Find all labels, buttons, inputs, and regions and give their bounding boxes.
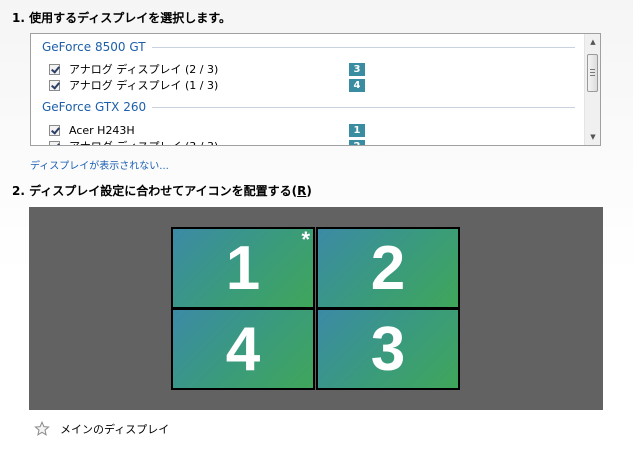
- monitor-number: 3: [370, 314, 406, 384]
- display-checkbox[interactable]: [49, 63, 60, 75]
- group-header-geforce-gtx-260: GeForce GTX 260: [42, 99, 575, 115]
- display-row[interactable]: アナログ ディスプレイ (3 / 3): [49, 138, 349, 145]
- primary-display-marker: *: [301, 227, 310, 252]
- group-name: GeForce GTX 260: [42, 100, 147, 114]
- monitor-3[interactable]: 3: [316, 308, 460, 390]
- display-checkbox[interactable]: [49, 124, 60, 136]
- display-checkbox[interactable]: [49, 140, 60, 145]
- heading-text: 2. ディスプレイ設定に合わせてアイコンを配置する(: [12, 184, 298, 198]
- scroll-down-arrow-icon[interactable]: ▼: [585, 129, 600, 145]
- list-scrollbar[interactable]: ▲ ▼: [584, 34, 600, 145]
- group-divider: [151, 46, 575, 48]
- display-label: アナログ ディスプレイ (2 / 3): [69, 63, 219, 76]
- monitor-number: 2: [370, 233, 406, 303]
- star-outline-icon: [34, 421, 50, 436]
- display-listbox[interactable]: GeForce 8500 GT アナログ ディスプレイ (2 / 3) 3 アナ…: [30, 33, 601, 146]
- monitor-number: 1: [225, 233, 261, 303]
- monitor-4[interactable]: 4: [171, 308, 315, 390]
- monitor-1[interactable]: 1 *: [171, 227, 315, 309]
- display-number-badge: 3: [349, 63, 365, 76]
- group-header-geforce-8500-gt: GeForce 8500 GT: [42, 39, 575, 55]
- group-name: GeForce 8500 GT: [42, 40, 146, 54]
- display-row[interactable]: Acer H243H: [49, 122, 349, 138]
- display-not-shown-link[interactable]: ディスプレイが表示されない...: [30, 157, 169, 172]
- thumb-grip: [590, 69, 595, 70]
- thumb-grip: [590, 75, 595, 76]
- scroll-thumb[interactable]: [587, 54, 598, 92]
- primary-display-legend: メインのディスプレイ: [34, 420, 169, 438]
- monitor-number: 4: [225, 314, 261, 384]
- display-row[interactable]: アナログ ディスプレイ (2 / 3): [49, 61, 349, 77]
- thumb-grip: [590, 72, 595, 73]
- display-checkbox[interactable]: [49, 79, 60, 91]
- scroll-up-arrow-icon[interactable]: ▲: [585, 34, 600, 50]
- display-label: Acer H243H: [69, 123, 135, 137]
- display-row[interactable]: アナログ ディスプレイ (1 / 3): [49, 77, 349, 93]
- display-number-badge: 4: [349, 79, 365, 92]
- display-number-badge: 2: [349, 140, 365, 145]
- display-list: GeForce 8500 GT アナログ ディスプレイ (2 / 3) 3 アナ…: [31, 34, 585, 145]
- heading-suffix: ): [306, 184, 312, 198]
- display-label: アナログ ディスプレイ (3 / 3): [69, 138, 218, 145]
- monitor-2[interactable]: 2: [316, 227, 460, 309]
- access-key: R: [297, 184, 307, 198]
- display-arrangement-area[interactable]: 1 * 2 4 3: [29, 207, 603, 410]
- display-number-badge: 1: [349, 124, 365, 137]
- group-divider: [152, 106, 575, 108]
- arrange-icons-heading: 2. ディスプレイ設定に合わせてアイコンを配置する(R): [12, 182, 312, 199]
- select-display-heading: 1. 使用するディスプレイを選択します。: [12, 11, 232, 25]
- display-label: アナログ ディスプレイ (1 / 3): [69, 79, 219, 92]
- legend-label: メインのディスプレイ: [60, 423, 170, 436]
